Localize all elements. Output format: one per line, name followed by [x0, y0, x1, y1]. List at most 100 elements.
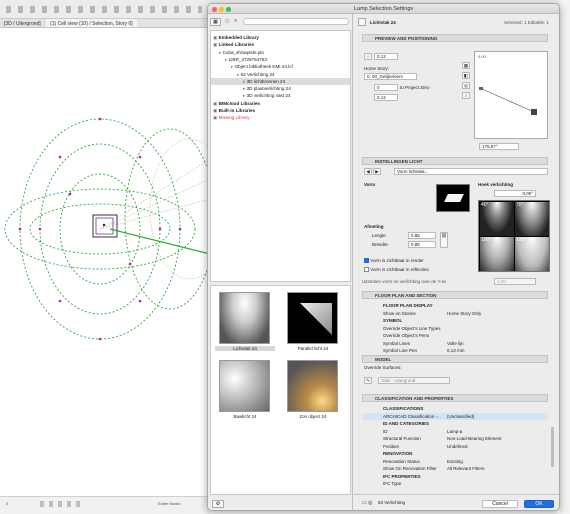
section-classification[interactable]: CLASSIFICATION AND PROPERTIES	[362, 394, 548, 402]
table-row[interactable]: Structural Function Non-Load-Bearing Elem…	[363, 435, 548, 442]
library-tree-item[interactable]: ▣ Missing Library	[211, 114, 350, 121]
thumb-parallel-licht[interactable]	[287, 292, 338, 344]
library-tree-item[interactable]: ▣ Linked Libraries	[211, 41, 350, 48]
cancel-button[interactable]: Cancel	[482, 500, 518, 508]
elevation-field[interactable]: 0,12	[374, 94, 398, 101]
thumb-bawlicht[interactable]	[219, 360, 270, 412]
table-row[interactable]: IFC Type	[363, 480, 548, 487]
row-label: ID AND CATEGORIES	[383, 421, 430, 426]
folder-view-icon[interactable]: ▦	[210, 18, 221, 26]
lengte-label: Lengte	[372, 233, 386, 238]
table-row[interactable]: Override Object's Pens	[363, 332, 548, 339]
scrollbar-thumb[interactable]	[551, 427, 554, 467]
row-label: ID	[383, 428, 388, 434]
project-zero-label[interactable]: to Project Zero	[400, 85, 430, 90]
check-reflect-row[interactable]: Vorm is zichtbaar in reflecties	[364, 267, 429, 273]
status-zero: 0	[6, 501, 9, 506]
beam-angle-100[interactable]: 100°	[480, 237, 514, 271]
surface-select[interactable]: Glas - Uitergrond	[378, 377, 450, 384]
table-row[interactable]: Symbol Line Pen 0,13 mm	[363, 347, 548, 354]
library-tree-item[interactable]: ▸ 3D verlichting vast 24	[211, 92, 350, 99]
close-window-icon[interactable]	[212, 6, 217, 12]
row-label: IFC Type	[383, 481, 402, 486]
limit-field[interactable]: 1,00	[494, 278, 536, 285]
beam-angle-130[interactable]: 130°	[515, 237, 549, 271]
breedte-label: Breedte	[372, 242, 388, 247]
previous-arrow-icon[interactable]: ◀	[364, 168, 372, 175]
render-checkbox[interactable]	[364, 258, 369, 264]
thumb-zon-object[interactable]	[287, 360, 338, 412]
favorites-icon[interactable]	[358, 18, 366, 26]
table-row[interactable]: Renovation Status Existing	[363, 458, 548, 465]
library-tree-item[interactable]: ▣ Built-in Libraries	[211, 107, 350, 114]
row-label: CLASSIFICATIONS	[383, 406, 424, 411]
library-tree-item[interactable]: ▣ BIMcloud Libraries	[211, 100, 350, 107]
3d-view-icon[interactable]: ◧	[462, 72, 470, 79]
home-story-select[interactable]: 0. 00_Gelijkvloers	[364, 73, 417, 80]
preview-size: 0,00	[478, 54, 487, 59]
reflect-checkbox[interactable]	[364, 267, 369, 273]
table-row[interactable]: Override Object's Line Types	[363, 325, 548, 332]
row-value: All Relevant Filters	[447, 466, 485, 471]
link-dimensions-icon[interactable]: ⛓	[440, 232, 448, 248]
library-tree-item[interactable]: ▸ 3D plaatverlichting 24	[211, 85, 350, 92]
row-label: Show On Renovation Filter	[383, 466, 437, 471]
3d-model-view[interactable]	[0, 29, 210, 496]
library-tree-item[interactable]: ▸ Object bibliotheek KMI 24.lcf	[211, 63, 350, 70]
section-light[interactable]: INSTELLINGEN LICHT	[362, 157, 548, 165]
library-tree-item[interactable]: ▸ 63 Verlichting 24	[211, 71, 350, 78]
table-row[interactable]: Position Undefined	[363, 443, 548, 450]
angle-field[interactable]: 175,87°	[479, 143, 519, 150]
library-manager-icon[interactable]: ⚙	[212, 500, 224, 508]
gizmo-icon[interactable]: ◎	[462, 82, 470, 89]
background-right-edge	[560, 0, 570, 514]
tab-cell-view[interactable]: (1) Cell view (10) / Selection, Story 0]	[46, 19, 137, 27]
check-render-row[interactable]: Vorm is zichtbaar in render	[364, 258, 424, 264]
thumb-lichtvlak[interactable]	[219, 292, 270, 344]
tab-3d[interactable]: [3D / Uitergrond]	[0, 19, 45, 27]
library-tree-item[interactable]: ▸ LIBR_3729764753	[211, 56, 350, 63]
section-floorplan[interactable]: FLOOR PLAN AND SECTION	[362, 291, 548, 299]
library-search-input[interactable]	[243, 18, 349, 25]
layer-value[interactable]: 63 Verlichting	[378, 500, 405, 505]
height-field[interactable]: 0,12	[374, 53, 398, 60]
beam-angle-70[interactable]: 70°	[515, 202, 549, 236]
table-group-header: IFC PROPERTIES	[363, 473, 548, 480]
selected-status: Selected: 1 Editable: 1	[504, 20, 550, 25]
hoek-field[interactable]: 0,00°	[494, 190, 536, 197]
table-row[interactable]: Symbol Lines Volle lijn	[363, 340, 548, 347]
plan-view-icon[interactable]: ▦	[462, 62, 470, 69]
row-label: Renovation Status	[383, 458, 420, 464]
favorites-star-icon[interactable]: ☆	[224, 17, 230, 26]
row-label: IFC PROPERTIES	[383, 473, 421, 479]
table-row[interactable]: Show On Renovation Filter All Relevant Fi…	[363, 465, 548, 472]
section-model[interactable]: MODEL	[362, 355, 548, 363]
library-tree-item[interactable]: ▸ Cuba_showpiste.plo	[211, 49, 350, 56]
ok-button[interactable]: OK	[524, 500, 554, 508]
breedte-field[interactable]: 0,85	[408, 241, 436, 248]
table-row[interactable]: ID Lamp-a	[363, 428, 548, 435]
light-page-select[interactable]: Vorm lichtvlak...	[394, 168, 548, 175]
section-preview[interactable]: PREVIEW AND POSITIONING	[362, 34, 548, 42]
vorm-label: Vorm	[364, 182, 376, 187]
library-tree-item[interactable]: ▣ Embedded Library	[211, 34, 350, 41]
lengte-field[interactable]: 0,85	[408, 232, 436, 239]
beam-angle-40[interactable]: 40°	[480, 202, 514, 236]
search-icon[interactable]: ⌕	[234, 17, 237, 26]
library-tree-item[interactable]: ▸ 3D lichtbronnen 24	[211, 77, 350, 85]
status-entire-model[interactable]: Entire Model	[158, 501, 180, 506]
beam-angle-grid[interactable]: 40° 70° 100° 130°	[478, 200, 550, 272]
minimize-window-icon[interactable]	[219, 6, 224, 12]
next-arrow-icon[interactable]: ▶	[373, 168, 381, 175]
settings-scroll-area[interactable]: PREVIEW AND POSITIONING ↕ 0,12 Home Stor…	[354, 32, 559, 494]
surface-brush-icon[interactable]: ✎	[364, 377, 372, 384]
zoom-window-icon[interactable]	[226, 6, 231, 12]
table-row[interactable]: Show on Stories Home Story Only	[363, 310, 548, 317]
shape-preview[interactable]	[436, 184, 470, 212]
preview-pane[interactable]: 0,00	[474, 51, 548, 139]
layer-icon: ▭ ◎	[362, 500, 373, 506]
table-row[interactable]: ARCHICAD Classification -... (Unclassifie…	[363, 412, 548, 420]
offset-field[interactable]: 0	[374, 84, 398, 91]
row-label: Symbol Lines	[383, 340, 411, 346]
info-icon[interactable]: i	[462, 92, 470, 99]
